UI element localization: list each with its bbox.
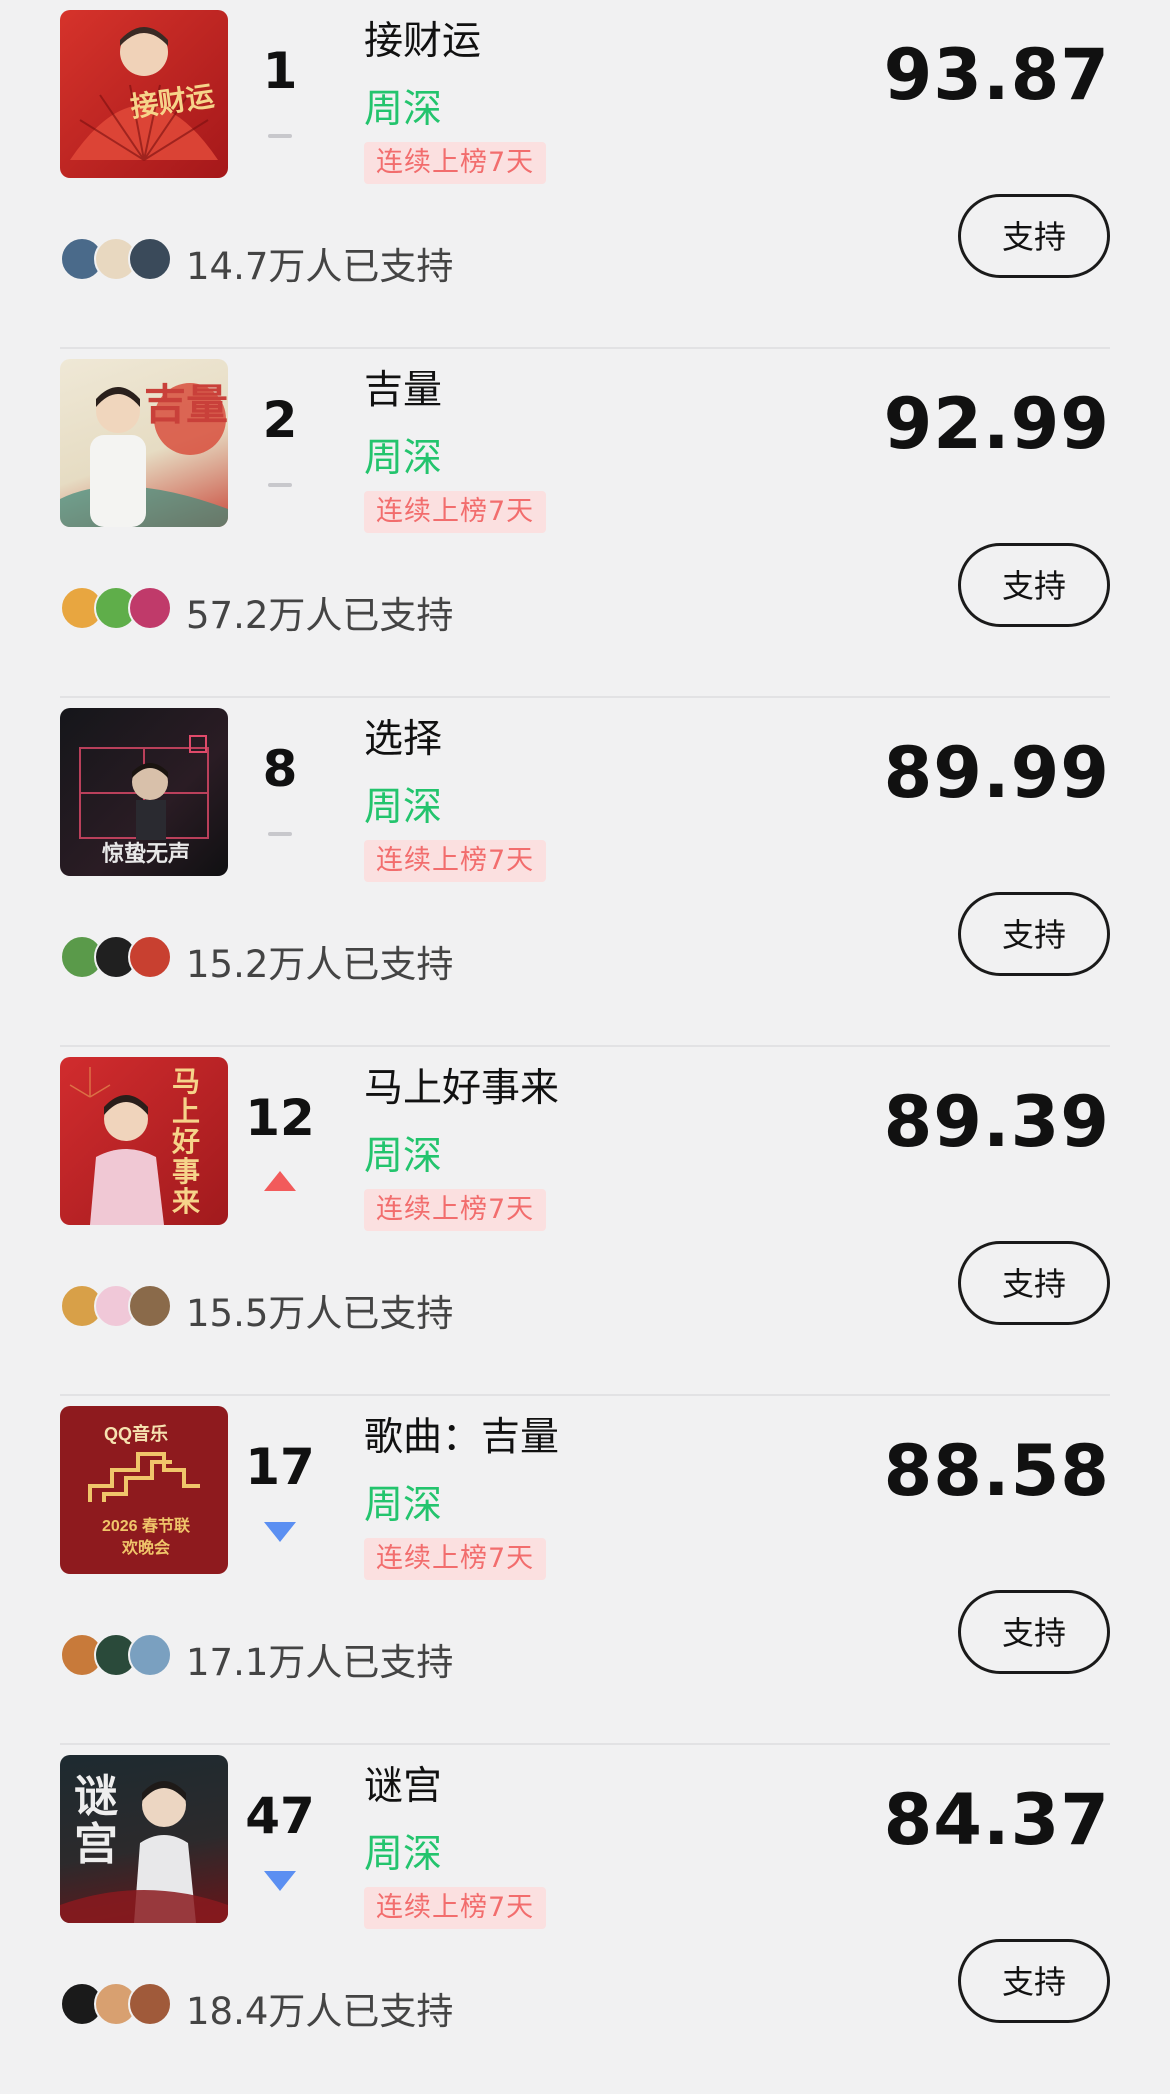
support-button[interactable]: 支持: [958, 1939, 1110, 2023]
supporter-avatars[interactable]: [60, 1284, 178, 1330]
support-button[interactable]: 支持: [958, 543, 1110, 627]
score-value: 89.99: [883, 732, 1110, 814]
song-title[interactable]: 谜宫: [364, 1755, 442, 1811]
rank-number: 8: [262, 740, 298, 798]
cover-title-text: QQ音乐: [104, 1424, 169, 1444]
artist-name[interactable]: 周深: [364, 1823, 442, 1879]
supporter-avatars[interactable]: [60, 586, 178, 632]
cover-subtitle-text: 2026 春节联欢晚会: [101, 1518, 191, 1557]
rank-number: 2: [262, 391, 298, 449]
streak-badge: 连续上榜7天: [364, 491, 547, 533]
support-count: 15.5万人已支持: [186, 1292, 454, 1335]
list-item[interactable]: 接财运 1 接财运 周深 连续上榜7天 93.87 14.7万人已支持 支持: [0, 0, 1170, 349]
rank-number: 47: [245, 1787, 315, 1845]
trend-flat-icon: [268, 483, 292, 487]
list-item[interactable]: 马上好事来 12 马上好事来 周深 连续上榜7天 89.39 15.5万人已支持…: [0, 1047, 1170, 1396]
song-title[interactable]: 吉量: [364, 359, 442, 415]
streak-badge: 连续上榜7天: [364, 1538, 547, 1580]
album-cover[interactable]: QQ音乐 2026 春节联欢晚会: [60, 1406, 228, 1574]
support-count: 15.2万人已支持: [186, 943, 454, 986]
avatar: [128, 935, 172, 979]
list-item[interactable]: 吉量 2 吉量 周深 连续上榜7天 92.99 57.2万人已支持 支持: [0, 349, 1170, 698]
support-button[interactable]: 支持: [958, 1241, 1110, 1325]
avatar: [128, 1982, 172, 2026]
chart-list: 接财运 1 接财运 周深 连续上榜7天 93.87 14.7万人已支持 支持 吉…: [0, 0, 1170, 2094]
support-count: 18.4万人已支持: [186, 1990, 454, 2033]
avatar: [128, 1633, 172, 1677]
streak-badge: 连续上榜7天: [364, 1189, 547, 1231]
song-title[interactable]: 马上好事来: [364, 1057, 559, 1113]
support-button[interactable]: 支持: [958, 194, 1110, 278]
song-title[interactable]: 接财运: [364, 10, 481, 66]
album-cover[interactable]: 惊蛰无声: [60, 708, 228, 876]
album-cover[interactable]: 吉量: [60, 359, 228, 527]
score-value: 92.99: [883, 383, 1110, 465]
cover-title-text: 吉量: [144, 380, 228, 429]
support-count: 17.1万人已支持: [186, 1641, 454, 1684]
cover-title-text: 谜宫: [74, 1771, 118, 1870]
rank-number: 17: [245, 1438, 315, 1496]
rank-number: 12: [245, 1089, 315, 1147]
trend-down-icon: [264, 1871, 296, 1891]
artist-name[interactable]: 周深: [364, 1125, 442, 1181]
score-value: 93.87: [883, 34, 1110, 116]
streak-badge: 连续上榜7天: [364, 1887, 547, 1929]
avatar: [128, 237, 172, 281]
artist-name[interactable]: 周深: [364, 1474, 442, 1530]
streak-badge: 连续上榜7天: [364, 840, 547, 882]
cover-title-text: 惊蛰无声: [102, 841, 191, 867]
supporter-avatars[interactable]: [60, 1982, 178, 2028]
score-value: 88.58: [883, 1430, 1110, 1512]
artist-name[interactable]: 周深: [364, 427, 442, 483]
supporter-avatars[interactable]: [60, 935, 178, 981]
support-button[interactable]: 支持: [958, 892, 1110, 976]
supporter-avatars[interactable]: [60, 1633, 178, 1679]
support-button[interactable]: 支持: [958, 1590, 1110, 1674]
artist-name[interactable]: 周深: [364, 776, 442, 832]
trend-flat-icon: [268, 134, 292, 138]
support-count: 57.2万人已支持: [186, 594, 454, 637]
trend-down-icon: [264, 1522, 296, 1542]
album-cover[interactable]: 谜宫: [60, 1755, 228, 1923]
score-value: 84.37: [883, 1779, 1110, 1861]
avatar: [128, 586, 172, 630]
album-cover[interactable]: 马上好事来: [60, 1057, 228, 1225]
album-cover[interactable]: 接财运: [60, 10, 228, 178]
song-title[interactable]: 选择: [364, 708, 442, 764]
list-item[interactable]: 惊蛰无声 8 选择 周深 连续上榜7天 89.99 15.2万人已支持 支持: [0, 698, 1170, 1047]
list-item[interactable]: QQ音乐 2026 春节联欢晚会 17 歌曲：吉量 周深 连续上榜7天 88.5…: [0, 1396, 1170, 1745]
rank-number: 1: [262, 42, 298, 100]
song-title[interactable]: 歌曲：吉量: [364, 1406, 559, 1462]
cover-title-text: 马上好事来: [172, 1065, 201, 1218]
trend-up-icon: [264, 1171, 296, 1191]
score-value: 89.39: [883, 1081, 1110, 1163]
trend-flat-icon: [268, 832, 292, 836]
streak-badge: 连续上榜7天: [364, 142, 547, 184]
artist-name[interactable]: 周深: [364, 78, 442, 134]
support-count: 14.7万人已支持: [186, 245, 454, 288]
supporter-avatars[interactable]: [60, 237, 178, 283]
avatar: [128, 1284, 172, 1328]
